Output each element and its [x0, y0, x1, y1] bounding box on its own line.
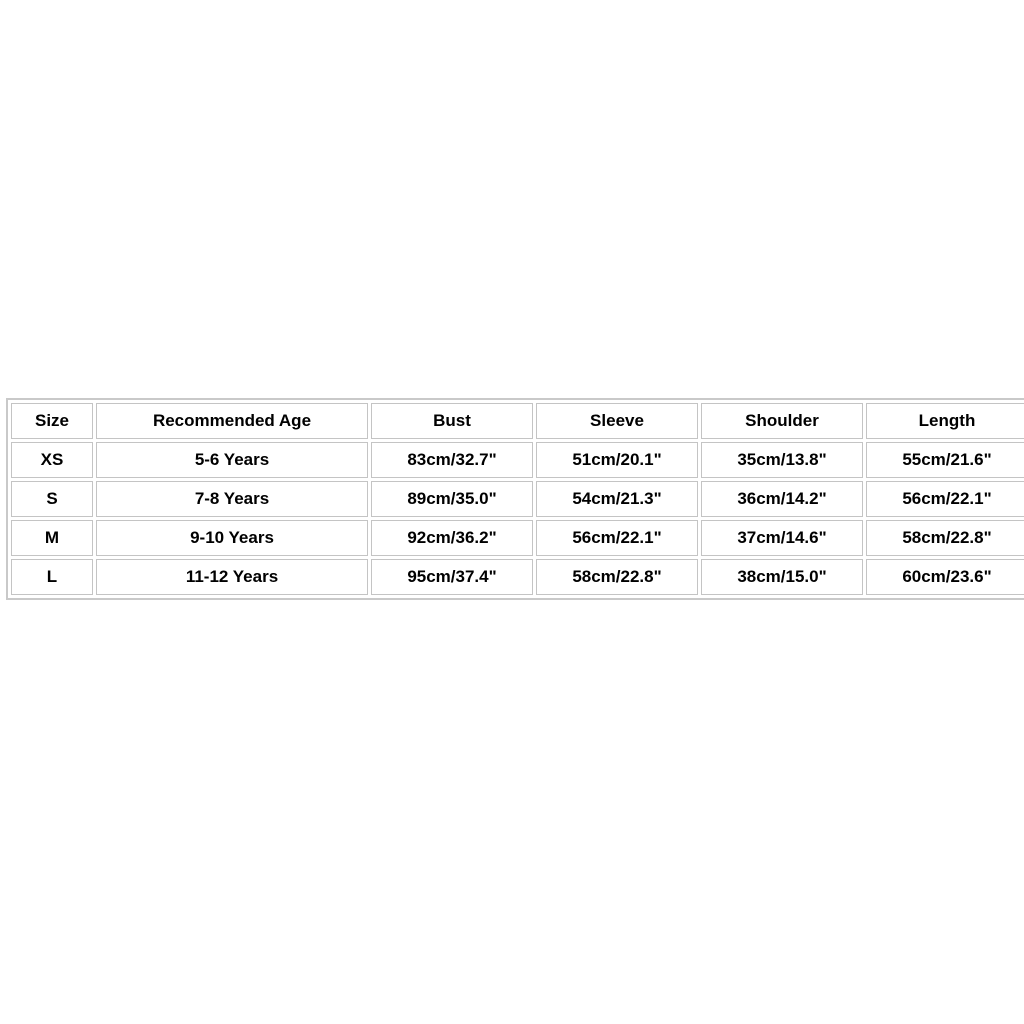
cell-size: L	[11, 559, 93, 595]
cell-bust: 83cm/32.7"	[371, 442, 533, 478]
cell-sleeve: 54cm/21.3"	[536, 481, 698, 517]
cell-recommended-age: 9-10 Years	[96, 520, 368, 556]
cell-size: M	[11, 520, 93, 556]
column-header-shoulder: Shoulder	[701, 403, 863, 439]
cell-length: 56cm/22.1"	[866, 481, 1024, 517]
cell-recommended-age: 7-8 Years	[96, 481, 368, 517]
cell-length: 58cm/22.8"	[866, 520, 1024, 556]
table-row: XS 5-6 Years 83cm/32.7" 51cm/20.1" 35cm/…	[11, 442, 1024, 478]
cell-length: 60cm/23.6"	[866, 559, 1024, 595]
cell-size: XS	[11, 442, 93, 478]
cell-size: S	[11, 481, 93, 517]
cell-bust: 95cm/37.4"	[371, 559, 533, 595]
cell-shoulder: 35cm/13.8"	[701, 442, 863, 478]
table-row: L 11-12 Years 95cm/37.4" 58cm/22.8" 38cm…	[11, 559, 1024, 595]
table-row: M 9-10 Years 92cm/36.2" 56cm/22.1" 37cm/…	[11, 520, 1024, 556]
column-header-sleeve: Sleeve	[536, 403, 698, 439]
cell-shoulder: 36cm/14.2"	[701, 481, 863, 517]
column-header-recommended-age: Recommended Age	[96, 403, 368, 439]
cell-sleeve: 51cm/20.1"	[536, 442, 698, 478]
cell-bust: 89cm/35.0"	[371, 481, 533, 517]
cell-recommended-age: 11-12 Years	[96, 559, 368, 595]
column-header-length: Length	[866, 403, 1024, 439]
table-header-row: Size Recommended Age Bust Sleeve Shoulde…	[11, 403, 1024, 439]
cell-length: 55cm/21.6"	[866, 442, 1024, 478]
table-row: S 7-8 Years 89cm/35.0" 54cm/21.3" 36cm/1…	[11, 481, 1024, 517]
cell-bust: 92cm/36.2"	[371, 520, 533, 556]
cell-recommended-age: 5-6 Years	[96, 442, 368, 478]
cell-shoulder: 38cm/15.0"	[701, 559, 863, 595]
cell-sleeve: 56cm/22.1"	[536, 520, 698, 556]
size-chart-table: Size Recommended Age Bust Sleeve Shoulde…	[6, 398, 1024, 600]
column-header-bust: Bust	[371, 403, 533, 439]
cell-sleeve: 58cm/22.8"	[536, 559, 698, 595]
column-header-size: Size	[11, 403, 93, 439]
size-chart-container: Size Recommended Age Bust Sleeve Shoulde…	[6, 398, 1024, 600]
cell-shoulder: 37cm/14.6"	[701, 520, 863, 556]
